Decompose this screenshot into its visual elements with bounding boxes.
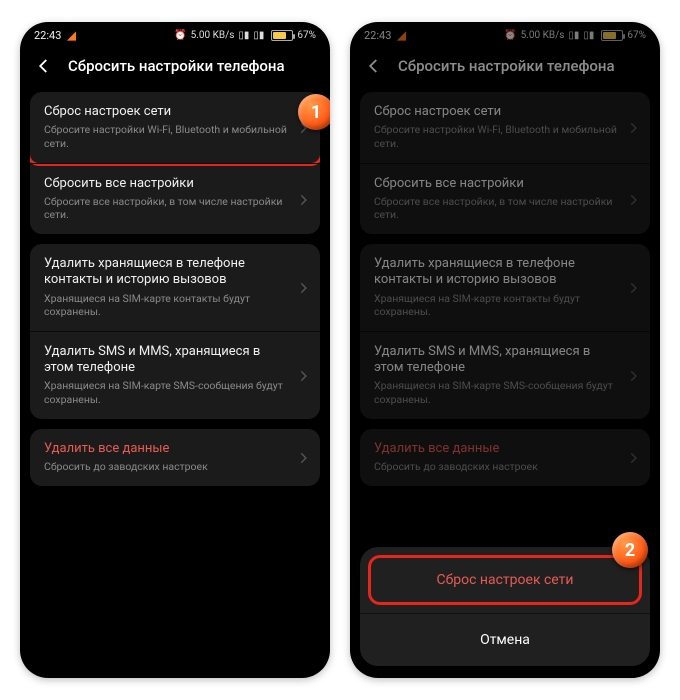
status-time: 22:43 <box>34 29 61 42</box>
signal-icon-1: ▯▮ <box>238 30 249 41</box>
back-button[interactable] <box>364 56 384 76</box>
status-bar: 22:43 ◢ ⏰ 5.00 KB/s ▯▮ ▯▮ 67% <box>20 22 330 48</box>
phone-screen-2: 2 22:43 ◢ ⏰ 5.00 KB/s ▯▮ ▯▮ 67% Сбросить… <box>350 22 660 678</box>
row-subtitle: Хранящиеся на SIM-карте SMS-сообщения бу… <box>374 379 636 406</box>
row-subtitle: Сбросите все настройки, в том числе наст… <box>374 195 636 222</box>
row-title: Сбросить все настройки <box>44 176 306 192</box>
row-delete-sms[interactable]: Удалить SMS и MMS, хранящиеся в этом тел… <box>360 331 650 419</box>
row-delete-contacts[interactable]: Удалить хранящиеся в телефоне контакты и… <box>360 244 650 331</box>
back-button[interactable] <box>34 56 54 76</box>
row-reset-all-settings[interactable]: Сбросить все настройки Сбросите все наст… <box>360 163 650 235</box>
brand-icon: ◢ <box>397 29 405 42</box>
group-delete-data: Удалить хранящиеся в телефоне контакты и… <box>30 244 320 419</box>
row-subtitle: Сбросите все настройки, в том числе наст… <box>44 195 306 222</box>
settings-list: Сброс настроек сети Сбросите настройки W… <box>20 92 330 486</box>
signal-icon-1: ▯▮ <box>568 30 579 41</box>
row-subtitle: Сбросить до заводских настроек <box>374 460 636 474</box>
net-speed: 5.00 KB/s <box>191 30 235 41</box>
row-delete-all-data[interactable]: Удалить все данные Сбросить до заводских… <box>360 429 650 486</box>
battery-pct: 67% <box>627 30 646 41</box>
chevron-right-icon <box>296 450 310 464</box>
status-icons: ⏰ 5.00 KB/s ▯▮ ▯▮ 67% <box>174 30 316 41</box>
row-reset-network[interactable]: Сброс настроек сети Сбросите настройки W… <box>30 92 320 166</box>
dimmed-background: 22:43 ◢ ⏰ 5.00 KB/s ▯▮ ▯▮ 67% Сбросить н… <box>350 22 660 486</box>
row-delete-contacts[interactable]: Удалить хранящиеся в телефоне контакты и… <box>30 244 320 331</box>
row-title: Удалить все данные <box>374 441 636 457</box>
battery-pct: 67% <box>297 30 316 41</box>
phone-screen-1: 1 22:43 ◢ ⏰ 5.00 KB/s ▯▮ ▯▮ 67% Сбросить… <box>20 22 330 678</box>
row-title: Удалить хранящиеся в телефоне контакты и… <box>44 256 306 289</box>
step-marker-2: 2 <box>612 532 648 568</box>
group-network-reset: Сброс настроек сети Сбросите настройки W… <box>30 92 320 234</box>
row-reset-network[interactable]: Сброс настроек сети Сбросите настройки W… <box>360 92 650 163</box>
row-delete-all-data[interactable]: Удалить все данные Сбросить до заводских… <box>30 429 320 486</box>
chevron-right-icon <box>626 120 640 134</box>
row-subtitle: Хранящиеся на SIM-карте контакты будут с… <box>374 292 636 319</box>
settings-list: Сброс настроек сети Сбросите настройки W… <box>350 92 660 486</box>
row-subtitle: Сбросить до заводских настроек <box>44 460 306 474</box>
chevron-right-icon <box>626 450 640 464</box>
chevron-right-icon <box>296 280 310 294</box>
battery-icon <box>601 30 623 41</box>
brand-icon: ◢ <box>67 29 75 42</box>
row-delete-sms[interactable]: Удалить SMS и MMS, хранящиеся в этом тел… <box>30 331 320 419</box>
title-bar: Сбросить настройки телефона <box>20 48 330 92</box>
page-title: Сбросить настройки телефона <box>68 57 285 75</box>
group-factory-reset: Удалить все данные Сбросить до заводских… <box>30 429 320 486</box>
row-title: Сброс настроек сети <box>44 104 306 120</box>
signal-icon-2: ▯▮ <box>583 30 594 41</box>
battery-icon <box>271 30 293 41</box>
sheet-confirm-reset-network[interactable]: Сброс настроек сети <box>368 555 642 605</box>
action-sheet: Сброс настроек сети Отмена <box>360 547 650 666</box>
page-title: Сбросить настройки телефона <box>398 57 615 75</box>
status-bar: 22:43 ◢ ⏰ 5.00 KB/s ▯▮ ▯▮ 67% <box>350 22 660 48</box>
net-speed: 5.00 KB/s <box>521 30 565 41</box>
alarm-icon: ⏰ <box>504 30 516 41</box>
title-bar: Сбросить настройки телефона <box>350 48 660 92</box>
chevron-right-icon <box>296 192 310 206</box>
status-icons: ⏰ 5.00 KB/s ▯▮ ▯▮ 67% <box>504 30 646 41</box>
sheet-cancel[interactable]: Отмена <box>360 613 650 666</box>
row-reset-all-settings[interactable]: Сбросить все настройки Сбросите все наст… <box>30 163 320 235</box>
alarm-icon: ⏰ <box>174 30 186 41</box>
row-title: Удалить хранящиеся в телефоне контакты и… <box>374 256 636 289</box>
row-subtitle: Сбросите настройки Wi-Fi, Bluetooth и мо… <box>374 123 636 150</box>
row-title: Сбросить все настройки <box>374 176 636 192</box>
step-marker-1: 1 <box>298 94 330 130</box>
signal-icon-2: ▯▮ <box>253 30 264 41</box>
row-subtitle: Хранящиеся на SIM-карте контакты будут с… <box>44 292 306 319</box>
row-title: Удалить SMS и MMS, хранящиеся в этом тел… <box>44 344 306 377</box>
chevron-right-icon <box>626 368 640 382</box>
row-title: Сброс настроек сети <box>374 104 636 120</box>
row-subtitle: Сбросите настройки Wi-Fi, Bluetooth и мо… <box>44 123 306 150</box>
status-time: 22:43 <box>364 29 391 42</box>
chevron-right-icon <box>626 280 640 294</box>
row-subtitle: Хранящиеся на SIM-карте SMS-сообщения бу… <box>44 379 306 406</box>
row-title: Удалить SMS и MMS, хранящиеся в этом тел… <box>374 344 636 377</box>
chevron-right-icon <box>296 368 310 382</box>
row-title: Удалить все данные <box>44 441 306 457</box>
chevron-right-icon <box>626 192 640 206</box>
